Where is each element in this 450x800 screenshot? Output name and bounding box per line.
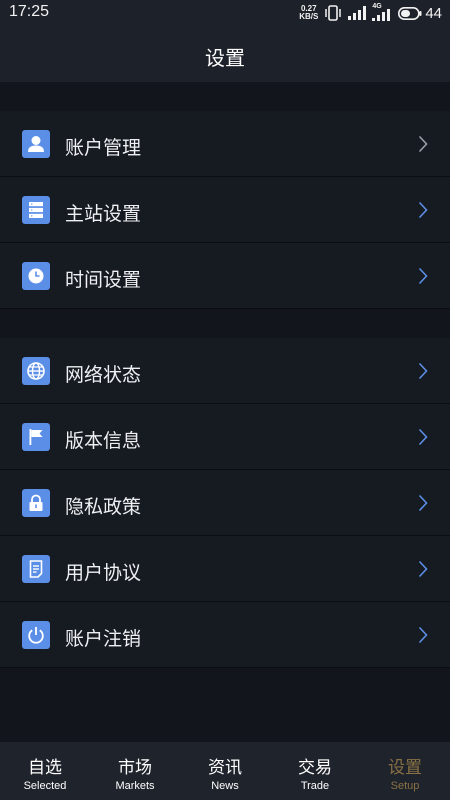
signal-4g-bars-icon [372, 9, 391, 21]
tab-selected[interactable]: 自选 Selected [0, 742, 90, 800]
chevron-right-icon [418, 201, 428, 219]
net-speed: 0.27 KB/S [299, 5, 318, 21]
tab-markets[interactable]: 市场 Markets [90, 742, 180, 800]
chevron-right-icon [418, 135, 428, 153]
server-icon [22, 196, 50, 224]
chevron-right-icon [418, 494, 428, 512]
vibrate-icon [325, 5, 342, 21]
settings-item-label: 时间设置 [65, 269, 142, 291]
settings-group-2: 网络状态 版本信息 隐私政策 用户协议 账户注销 [0, 338, 450, 668]
tab-label: 资讯 [208, 758, 242, 778]
globe-icon [22, 357, 50, 385]
chevron-right-icon [418, 362, 428, 380]
tab-label: 市场 [118, 758, 152, 778]
status-bar: 17:25 0.27 KB/S 4G 44 [0, 0, 450, 26]
tab-label: 自选 [28, 758, 62, 778]
tab-sublabel: Markets [115, 780, 155, 792]
chevron-right-icon [418, 267, 428, 285]
tab-setup[interactable]: 设置 Setup [360, 742, 450, 800]
settings-item-server-settings[interactable]: 主站设置 [0, 177, 450, 243]
clock-icon [22, 262, 50, 290]
header: 设置 [0, 26, 450, 82]
settings-item-network-status[interactable]: 网络状态 [0, 338, 450, 404]
signal-icon [348, 6, 367, 20]
page-title: 设置 [205, 46, 245, 70]
chevron-right-icon [418, 428, 428, 446]
tab-label: 设置 [388, 758, 422, 778]
status-icons: 0.27 KB/S 4G 44 [299, 3, 442, 23]
settings-item-account-management[interactable]: 账户管理 [0, 111, 450, 177]
settings-item-label: 账户注销 [65, 628, 142, 650]
power-icon [22, 621, 50, 649]
chevron-right-icon [418, 560, 428, 578]
battery-level: 44 [425, 4, 442, 22]
tab-news[interactable]: 资讯 News [180, 742, 270, 800]
bottom-nav: 自选 Selected 市场 Markets 资讯 News 交易 Trade … [0, 742, 450, 800]
chevron-right-icon [418, 626, 428, 644]
settings-item-label: 网络状态 [65, 364, 142, 386]
battery: 44 [398, 5, 442, 22]
settings-item-account-deletion[interactable]: 账户注销 [0, 602, 450, 668]
settings-group-1: 账户管理 主站设置 时间设置 [0, 111, 450, 309]
settings-item-label: 隐私政策 [65, 496, 142, 518]
battery-icon [398, 6, 422, 20]
settings-item-privacy-policy[interactable]: 隐私政策 [0, 470, 450, 536]
settings-item-label: 用户协议 [65, 562, 142, 584]
settings-item-user-agreement[interactable]: 用户协议 [0, 536, 450, 602]
settings-item-label: 账户管理 [65, 137, 142, 159]
tab-sublabel: Trade [300, 780, 330, 792]
tab-label: 交易 [298, 758, 332, 778]
lock-icon [22, 489, 50, 517]
flag-icon [22, 423, 50, 451]
settings-item-label: 主站设置 [65, 203, 142, 225]
signal-4g: 4G [372, 3, 392, 21]
tab-trade[interactable]: 交易 Trade [270, 742, 360, 800]
settings-item-version-info[interactable]: 版本信息 [0, 404, 450, 470]
net-speed-unit: KB/S [299, 12, 319, 21]
tab-sublabel: Setup [390, 780, 420, 792]
settings-item-time-settings[interactable]: 时间设置 [0, 243, 450, 309]
user-icon [22, 130, 50, 158]
settings-item-label: 版本信息 [65, 430, 142, 452]
status-time: 17:25 [9, 3, 50, 20]
document-icon [22, 555, 50, 583]
tab-sublabel: Selected [23, 780, 67, 792]
tab-sublabel: News [211, 780, 239, 792]
